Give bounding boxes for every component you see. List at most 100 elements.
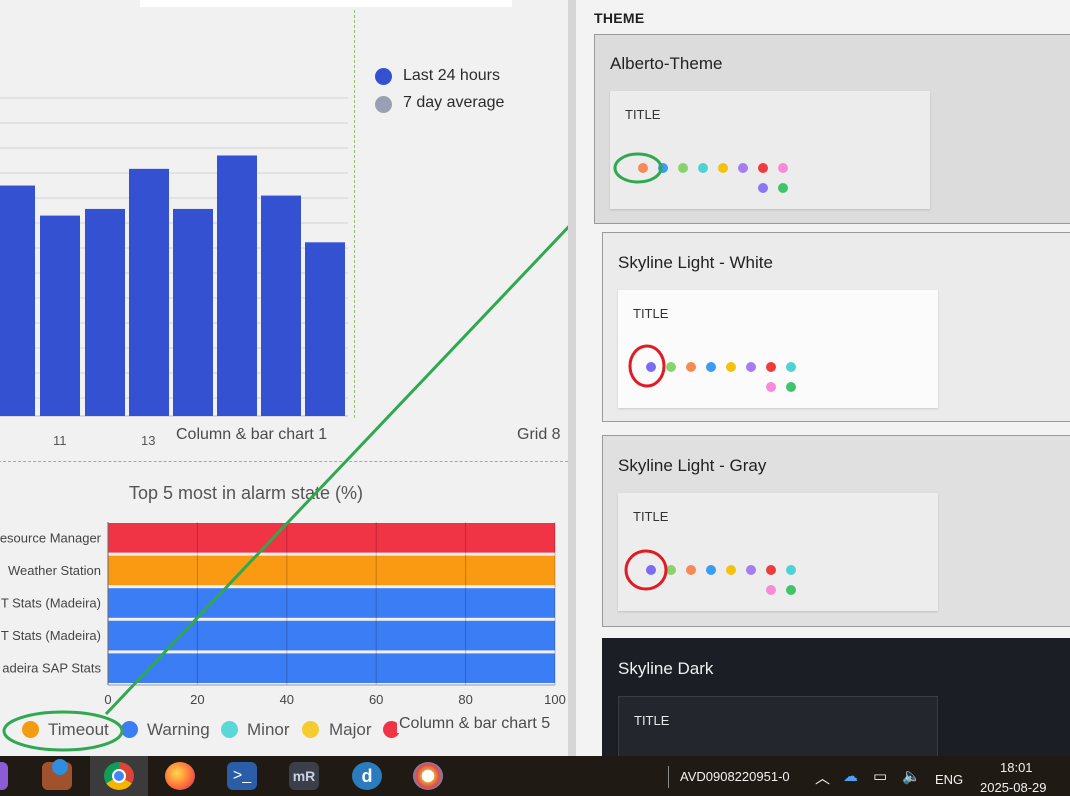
palette-dot [746, 565, 756, 575]
palette-dot [758, 163, 768, 173]
legend-label-timeout[interactable]: Timeout [48, 720, 109, 740]
category-label: adeira SAP Stats [2, 661, 101, 676]
palette-dot [686, 362, 696, 372]
preview-title: TITLE [634, 713, 670, 728]
preview-title: TITLE [633, 306, 669, 321]
network-app-icon[interactable] [42, 759, 72, 790]
firefox-icon[interactable] [165, 762, 195, 790]
onedrive-icon[interactable]: ☁ [843, 767, 858, 785]
palette-dot [706, 565, 716, 575]
category-bar [108, 588, 555, 618]
tray-date[interactable]: 2025-08-29 [980, 780, 1047, 795]
palette-dot [766, 382, 776, 392]
network-icon[interactable]: ▭ [873, 767, 887, 785]
palette-dot [718, 163, 728, 173]
x-tick-11: 11 [53, 433, 67, 448]
volume-icon[interactable]: 🔈 [902, 767, 921, 785]
x-tick-label: 40 [280, 692, 294, 707]
x-tick-label: 20 [190, 692, 204, 707]
chrome-icon[interactable] [104, 762, 134, 790]
palette-dot [726, 565, 736, 575]
legend-label-minor[interactable]: Minor [247, 720, 290, 740]
theme-card-skyline-light-gray[interactable]: Skyline Light - Gray TITLE [602, 435, 1070, 627]
preview-title: TITLE [625, 107, 661, 122]
legend-label-7-day-average[interactable]: 7 day average [403, 94, 504, 112]
palette-dot [786, 362, 796, 372]
column-bar [173, 208, 213, 416]
theme-name: Skyline Dark [618, 659, 714, 678]
legend-label-last-24-hours[interactable]: Last 24 hours [403, 67, 500, 85]
tray-time[interactable]: 18:01 [1000, 760, 1033, 775]
dashboard-area: Last 24 hours 7 day average 11 13 Column… [0, 0, 615, 756]
splitter[interactable] [568, 0, 576, 756]
palette-dot [738, 163, 748, 173]
taskbar-divider [668, 766, 669, 788]
column-chart-caption: Column & bar chart 1 [176, 426, 328, 443]
column-bar [85, 208, 125, 416]
palette-dot [706, 362, 716, 372]
theme-card-skyline-dark[interactable]: Skyline Dark TITLE [602, 638, 1070, 796]
legend-dot-7-day-average [375, 96, 392, 113]
legend-dot-major [302, 721, 319, 738]
category-bar [108, 620, 555, 651]
taskbar: >_ mR d AVD0908220951-0 ︿ ☁ ▭ 🔈 ENG 18:0… [0, 756, 1070, 796]
category-bar [108, 653, 555, 683]
palette-dot [666, 362, 676, 372]
column-bar [305, 242, 345, 416]
column-bar [217, 155, 257, 417]
theme-preview: TITLE [618, 493, 938, 611]
palette-dot [686, 565, 696, 575]
powershell-icon[interactable]: >_ [227, 762, 257, 790]
column-bar [261, 195, 301, 416]
bar-chart-caption: Column & bar chart 5 [397, 715, 551, 733]
palette-dot [778, 163, 788, 173]
theme-card-skyline-light-white[interactable]: Skyline Light - White TITLE [602, 232, 1070, 422]
column-bar [129, 168, 169, 416]
legend-label-major[interactable]: Major [329, 720, 372, 740]
theme-name: Alberto-Theme [610, 54, 723, 73]
theme-card-alberto[interactable]: Alberto-Theme TITLE [594, 34, 1070, 224]
tray-hostname[interactable]: AVD0908220951-0 [680, 769, 790, 784]
palette-dot [786, 382, 796, 392]
bar-chart-panel[interactable]: Top 5 most in alarm state (%) esource Man… [0, 468, 570, 756]
x-tick-label: 60 [369, 692, 383, 707]
category-label: Weather Station [8, 563, 101, 578]
theme-name: Skyline Light - Gray [618, 456, 767, 475]
visual-studio-icon[interactable] [0, 762, 8, 790]
palette-dot [766, 585, 776, 595]
chevron-up-icon[interactable]: ︿ [815, 767, 830, 788]
dataminer-icon[interactable]: d [352, 762, 382, 790]
palette-dot [646, 362, 656, 372]
palette-dot [758, 183, 768, 193]
theme-heading: THEME [594, 10, 645, 26]
category-label: esource Manager [0, 530, 102, 545]
legend-dot-minor [221, 721, 238, 738]
palette-dot [638, 163, 648, 173]
category-label: T Stats (Madeira) [1, 628, 101, 643]
palette-dot [766, 565, 776, 575]
theme-panel: THEME Alberto-Theme TITLE Skyline Light … [576, 0, 1070, 796]
bar-chart: Top 5 most in alarm state (%) esource Man… [0, 483, 566, 707]
palette-dot [746, 362, 756, 372]
column-bar [0, 185, 35, 416]
palette-dot [646, 565, 656, 575]
column-bar [40, 215, 80, 416]
column-chart-panel[interactable]: Last 24 hours 7 day average 11 13 Column… [0, 10, 568, 462]
chart-title: Top 5 most in alarm state (%) [129, 483, 363, 503]
palette-dot [786, 565, 796, 575]
header-strip [140, 0, 512, 7]
legend-label-warning[interactable]: Warning [147, 720, 210, 740]
paint-icon[interactable] [413, 762, 443, 790]
theme-preview: TITLE [610, 91, 930, 209]
theme-preview: TITLE [618, 290, 938, 408]
palette-dot [778, 183, 788, 193]
palette-dot [726, 362, 736, 372]
palette-dot [666, 565, 676, 575]
mremoteng-icon[interactable]: mR [289, 762, 319, 790]
legend-dot-warning [121, 721, 138, 738]
tray-language[interactable]: ENG [935, 772, 963, 787]
legend-dot-timeout [22, 721, 39, 738]
palette-dot [786, 585, 796, 595]
x-tick-label: 80 [458, 692, 472, 707]
grid-caption: Grid 8 [517, 426, 561, 443]
